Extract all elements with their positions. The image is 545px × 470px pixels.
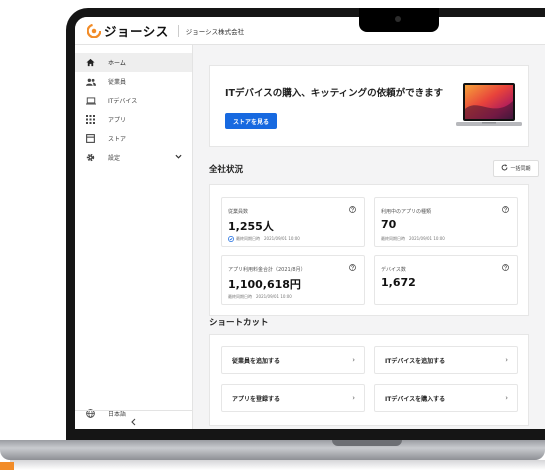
laptop-illustration xyxy=(456,83,522,126)
laptop-screen: ジョーシス ジョーシス株式会社 ホーム 従業員 ITデバイス アプリ ストア 設… xyxy=(75,17,545,429)
stat-label: アプリ利用料金合計（2021/8月） xyxy=(228,267,306,273)
home-icon xyxy=(85,57,96,68)
sidebar-item-label: ホーム xyxy=(108,60,126,67)
shortcut-label: 従業員を追加する xyxy=(232,357,281,365)
laptop-shadow xyxy=(10,460,545,470)
view-store-button[interactable]: ストアを見る xyxy=(225,113,278,129)
orange-edge xyxy=(0,462,14,470)
stat-sync-time: 最終同期日時 2021/09/01 10:00 xyxy=(381,236,445,241)
app-header: ジョーシス ジョーシス株式会社 xyxy=(75,17,545,45)
sidebar-item-home[interactable]: ホーム xyxy=(75,53,192,72)
sidebar: ホーム 従業員 ITデバイス アプリ ストア 設定 日本語 xyxy=(75,45,193,429)
sidebar-item-apps[interactable]: アプリ xyxy=(75,110,192,129)
add-employee-shortcut[interactable]: 従業員を追加する › xyxy=(221,346,365,374)
chevron-right-icon: › xyxy=(505,356,508,364)
stat-sync-time: 最終同期日時 2021/09/01 10:00 xyxy=(228,236,300,242)
overview-panel: 従業員数 1,255人 最終同期日時 2021/09/01 10:00 利用中の… xyxy=(209,184,529,316)
purchase-it-device-shortcut[interactable]: ITデバイスを購入する › xyxy=(374,384,518,412)
chevron-right-icon: › xyxy=(352,356,355,364)
shortcut-label: ITデバイスを購入する xyxy=(385,395,446,403)
banner-title: ITデバイスの購入、キッティングの依頼ができます xyxy=(225,88,444,99)
chevron-right-icon: › xyxy=(352,394,355,402)
sidebar-item-label: 従業員 xyxy=(108,79,127,86)
sync-status-icon xyxy=(228,236,234,242)
company-name: ジョーシス株式会社 xyxy=(185,27,245,36)
apps-grid-icon xyxy=(85,114,96,125)
sidebar-item-store[interactable]: ストア xyxy=(75,129,192,148)
chevron-down-icon[interactable] xyxy=(175,154,182,161)
camera-notch xyxy=(359,8,439,32)
sidebar-item-settings[interactable]: 設定 xyxy=(75,148,192,167)
add-it-device-shortcut[interactable]: ITデバイスを追加する › xyxy=(374,346,518,374)
main-content: ITデバイスの購入、キッティングの依頼ができます ストアを見る 全社状況 一括同… xyxy=(193,45,545,429)
help-icon[interactable] xyxy=(349,206,356,213)
stat-sync-text: 最終同期日時 2021/09/01 10:00 xyxy=(236,236,300,241)
sidebar-item-label: ストア xyxy=(108,136,127,143)
josys-logo-icon[interactable] xyxy=(87,23,101,38)
sidebar-item-it-devices[interactable]: ITデバイス xyxy=(75,91,192,110)
logo-text[interactable]: ジョーシス xyxy=(104,21,169,40)
help-icon[interactable] xyxy=(502,264,509,271)
shortcut-label: ITデバイスを追加する xyxy=(385,357,446,365)
store-banner: ITデバイスの購入、キッティングの依頼ができます ストアを見る xyxy=(209,65,529,147)
camera-dot xyxy=(395,16,401,22)
shortcuts-panel: 従業員を追加する › ITデバイスを追加する › アプリを登録する › ITデバ… xyxy=(209,334,529,426)
stat-value: 1,255人 xyxy=(228,220,274,233)
register-app-shortcut[interactable]: アプリを登録する › xyxy=(221,384,365,412)
stat-value: 1,100,618円 xyxy=(228,278,301,291)
stat-sync-time: 最終同期日時 2021/09/01 10:00 xyxy=(228,294,292,299)
refresh-icon xyxy=(501,164,508,173)
sync-all-label: 一括同期 xyxy=(510,166,531,172)
chevron-left-icon xyxy=(131,411,136,430)
stat-label: 従業員数 xyxy=(228,209,249,215)
stat-value: 1,672 xyxy=(381,276,416,289)
stat-card-apps-in-use[interactable]: 利用中のアプリの種類 70 最終同期日時 2021/09/01 10:00 xyxy=(374,197,518,247)
people-icon xyxy=(85,76,96,87)
shortcut-label: アプリを登録する xyxy=(232,395,281,403)
chevron-right-icon: › xyxy=(505,394,508,402)
sidebar-collapse-button[interactable] xyxy=(75,410,192,429)
sidebar-item-label: 設定 xyxy=(108,155,121,162)
laptop-icon xyxy=(85,95,96,106)
sidebar-item-employees[interactable]: 従業員 xyxy=(75,72,192,91)
stat-value: 70 xyxy=(381,218,397,231)
gear-icon xyxy=(85,152,96,163)
help-icon[interactable] xyxy=(502,206,509,213)
stat-card-devices[interactable]: デバイス数 1,672 xyxy=(374,255,518,305)
stat-label: デバイス数 xyxy=(381,267,406,273)
laptop-base-notch xyxy=(332,440,402,446)
help-icon[interactable] xyxy=(349,264,356,271)
stat-card-app-cost[interactable]: アプリ利用料金合計（2021/8月） 1,100,618円 最終同期日時 202… xyxy=(221,255,365,305)
sidebar-item-label: アプリ xyxy=(108,117,127,124)
header-divider xyxy=(177,24,179,37)
laptop-base xyxy=(0,440,545,460)
shortcuts-title: ショートカット xyxy=(209,318,269,328)
overview-title: 全社状況 xyxy=(209,165,244,175)
store-icon xyxy=(85,133,96,144)
stat-card-employees[interactable]: 従業員数 1,255人 最終同期日時 2021/09/01 10:00 xyxy=(221,197,365,247)
sidebar-item-label: ITデバイス xyxy=(108,98,138,105)
sync-all-button[interactable]: 一括同期 xyxy=(493,160,539,177)
stat-label: 利用中のアプリの種類 xyxy=(381,209,432,215)
